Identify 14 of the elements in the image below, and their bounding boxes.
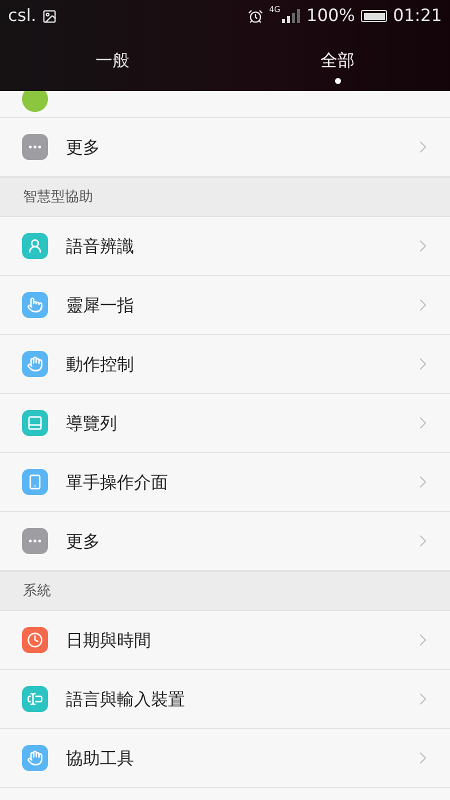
tab[interactable]: 全部 (225, 32, 450, 91)
alarm-icon (248, 8, 264, 24)
image-icon (42, 8, 58, 24)
network-type: 4G (269, 5, 280, 14)
battery-percent: 100% (306, 6, 355, 26)
clock-time: 01:21 (393, 6, 442, 26)
selected-dot (334, 78, 340, 84)
section-header: 系統 (0, 571, 450, 611)
carrier-name: csl. (8, 6, 36, 26)
battery-icon (361, 10, 387, 22)
signal-icon (282, 9, 300, 23)
settings-row[interactable] (0, 91, 450, 118)
tab[interactable]: 一般 (0, 32, 225, 91)
section-header: 智慧型協助 (0, 177, 450, 217)
